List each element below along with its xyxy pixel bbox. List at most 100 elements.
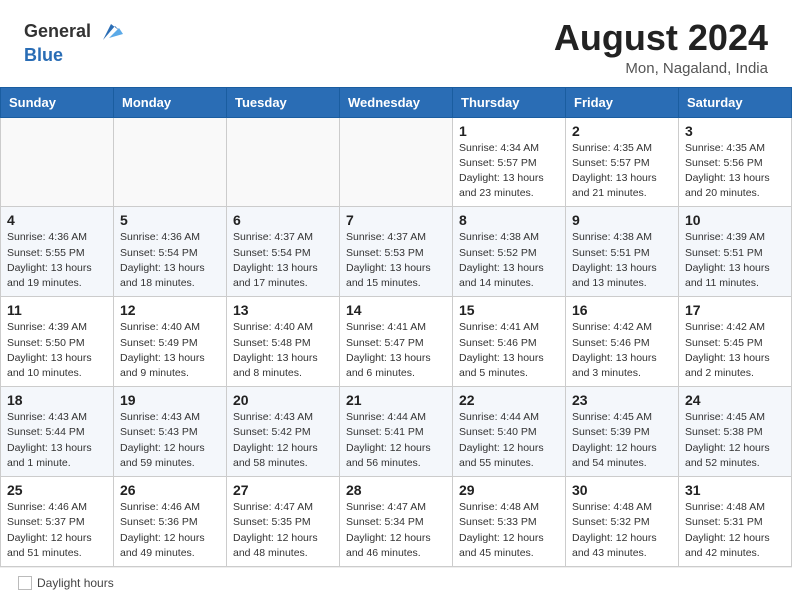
day-number: 18 [7, 392, 107, 408]
calendar-cell: 7 Sunrise: 4:37 AM Sunset: 5:53 PM Daylig… [340, 207, 453, 297]
day-info: Sunrise: 4:46 AM Sunset: 5:36 PM Dayligh… [120, 500, 220, 561]
calendar-cell: 1 Sunrise: 4:34 AM Sunset: 5:57 PM Daylig… [453, 117, 566, 207]
day-number: 6 [233, 212, 333, 228]
weekday-header-monday: Monday [114, 87, 227, 117]
calendar-cell: 19Sunrise: 4:43 AM Sunset: 5:43 PM Dayli… [114, 387, 227, 477]
day-info: Sunrise: 4:35 AM Sunset: 5:56 PM Dayligh… [685, 141, 785, 202]
day-number: 13 [233, 302, 333, 318]
daylight-legend: Daylight hours [18, 576, 114, 590]
day-info: Sunrise: 4:48 AM Sunset: 5:31 PM Dayligh… [685, 500, 785, 561]
day-number: 7 [346, 212, 446, 228]
calendar-cell: 13 Sunrise: 4:40 AM Sunset: 5:48 PM Dayli… [227, 297, 340, 387]
calendar-cell: 30Sunrise: 4:48 AM Sunset: 5:32 PM Dayli… [566, 477, 679, 567]
calendar-cell: 4 Sunrise: 4:36 AM Sunset: 5:55 PM Daylig… [1, 207, 114, 297]
day-info: Sunrise: 4:35 AM Sunset: 5:57 PM Dayligh… [572, 141, 672, 202]
day-info: Sunrise: 4:42 AM Sunset: 5:46 PM Dayligh… [572, 320, 672, 381]
calendar-cell: 11 Sunrise: 4:39 AM Sunset: 5:50 PM Dayli… [1, 297, 114, 387]
weekday-header-saturday: Saturday [679, 87, 792, 117]
calendar-cell: 18 Sunrise: 4:43 AM Sunset: 5:44 PM Dayli… [1, 387, 114, 477]
day-info: Sunrise: 4:43 AM Sunset: 5:43 PM Dayligh… [120, 410, 220, 471]
calendar-cell: 23Sunrise: 4:45 AM Sunset: 5:39 PM Dayli… [566, 387, 679, 477]
calendar-cell: 25Sunrise: 4:46 AM Sunset: 5:37 PM Dayli… [1, 477, 114, 567]
day-info: Sunrise: 4:36 AM Sunset: 5:55 PM Dayligh… [7, 230, 107, 291]
calendar-cell [114, 117, 227, 207]
day-info: Sunrise: 4:43 AM Sunset: 5:44 PM Dayligh… [7, 410, 107, 471]
day-info: Sunrise: 4:44 AM Sunset: 5:41 PM Dayligh… [346, 410, 446, 471]
day-info: Sunrise: 4:38 AM Sunset: 5:52 PM Dayligh… [459, 230, 559, 291]
day-number: 20 [233, 392, 333, 408]
day-number: 16 [572, 302, 672, 318]
day-number: 3 [685, 123, 785, 139]
calendar-cell: 20 Sunrise: 4:43 AM Sunset: 5:42 PM Dayli… [227, 387, 340, 477]
day-number: 4 [7, 212, 107, 228]
day-number: 26 [120, 482, 220, 498]
day-info: Sunrise: 4:47 AM Sunset: 5:34 PM Dayligh… [346, 500, 446, 561]
calendar-cell: 17 Sunrise: 4:42 AM Sunset: 5:45 PM Dayli… [679, 297, 792, 387]
calendar-cell: 21Sunrise: 4:44 AM Sunset: 5:41 PM Dayli… [340, 387, 453, 477]
weekday-header-row: SundayMondayTuesdayWednesdayThursdayFrid… [1, 87, 792, 117]
day-info: Sunrise: 4:44 AM Sunset: 5:40 PM Dayligh… [459, 410, 559, 471]
day-number: 27 [233, 482, 333, 498]
day-info: Sunrise: 4:41 AM Sunset: 5:46 PM Dayligh… [459, 320, 559, 381]
day-number: 29 [459, 482, 559, 498]
day-info: Sunrise: 4:43 AM Sunset: 5:42 PM Dayligh… [233, 410, 333, 471]
day-info: Sunrise: 4:34 AM Sunset: 5:57 PM Dayligh… [459, 141, 559, 202]
location-subtitle: Mon, Nagaland, India [554, 60, 768, 77]
day-info: Sunrise: 4:48 AM Sunset: 5:33 PM Dayligh… [459, 500, 559, 561]
calendar-cell: 3 Sunrise: 4:35 AM Sunset: 5:56 PM Daylig… [679, 117, 792, 207]
calendar-cell: 9Sunrise: 4:38 AM Sunset: 5:51 PM Daylig… [566, 207, 679, 297]
day-number: 30 [572, 482, 672, 498]
day-info: Sunrise: 4:39 AM Sunset: 5:50 PM Dayligh… [7, 320, 107, 381]
day-number: 14 [346, 302, 446, 318]
calendar-week-row: 4 Sunrise: 4:36 AM Sunset: 5:55 PM Daylig… [1, 207, 792, 297]
calendar-week-row: 1 Sunrise: 4:34 AM Sunset: 5:57 PM Daylig… [1, 117, 792, 207]
day-number: 11 [7, 302, 107, 318]
day-number: 10 [685, 212, 785, 228]
day-info: Sunrise: 4:40 AM Sunset: 5:48 PM Dayligh… [233, 320, 333, 381]
day-number: 1 [459, 123, 559, 139]
logo: General Blue [24, 18, 123, 66]
day-info: Sunrise: 4:40 AM Sunset: 5:49 PM Dayligh… [120, 320, 220, 381]
day-number: 8 [459, 212, 559, 228]
day-info: Sunrise: 4:37 AM Sunset: 5:54 PM Dayligh… [233, 230, 333, 291]
day-number: 5 [120, 212, 220, 228]
calendar-table: SundayMondayTuesdayWednesdayThursdayFrid… [0, 87, 792, 567]
month-title: August 2024 [554, 18, 768, 58]
calendar-cell: 14Sunrise: 4:41 AM Sunset: 5:47 PM Dayli… [340, 297, 453, 387]
day-info: Sunrise: 4:45 AM Sunset: 5:39 PM Dayligh… [572, 410, 672, 471]
calendar-cell: 24 Sunrise: 4:45 AM Sunset: 5:38 PM Dayli… [679, 387, 792, 477]
title-area: August 2024 Mon, Nagaland, India [554, 18, 768, 77]
logo-text-blue: Blue [24, 46, 63, 66]
weekday-header-friday: Friday [566, 87, 679, 117]
day-number: 24 [685, 392, 785, 408]
day-info: Sunrise: 4:46 AM Sunset: 5:37 PM Dayligh… [7, 500, 107, 561]
calendar-cell: 29 Sunrise: 4:48 AM Sunset: 5:33 PM Dayli… [453, 477, 566, 567]
calendar-week-row: 11 Sunrise: 4:39 AM Sunset: 5:50 PM Dayli… [1, 297, 792, 387]
calendar-cell: 26 Sunrise: 4:46 AM Sunset: 5:36 PM Dayli… [114, 477, 227, 567]
weekday-header-wednesday: Wednesday [340, 87, 453, 117]
calendar-week-row: 25Sunrise: 4:46 AM Sunset: 5:37 PM Dayli… [1, 477, 792, 567]
weekday-header-thursday: Thursday [453, 87, 566, 117]
calendar-cell: 28Sunrise: 4:47 AM Sunset: 5:34 PM Dayli… [340, 477, 453, 567]
page-header: General Blue August 2024 Mon, Nagaland, … [0, 0, 792, 87]
daylight-swatch [18, 576, 32, 590]
day-number: 17 [685, 302, 785, 318]
day-number: 15 [459, 302, 559, 318]
calendar-cell: 15 Sunrise: 4:41 AM Sunset: 5:46 PM Dayli… [453, 297, 566, 387]
day-info: Sunrise: 4:37 AM Sunset: 5:53 PM Dayligh… [346, 230, 446, 291]
logo-text-general: General [24, 22, 91, 42]
calendar-cell: 27 Sunrise: 4:47 AM Sunset: 5:35 PM Dayli… [227, 477, 340, 567]
day-info: Sunrise: 4:45 AM Sunset: 5:38 PM Dayligh… [685, 410, 785, 471]
day-number: 22 [459, 392, 559, 408]
day-info: Sunrise: 4:47 AM Sunset: 5:35 PM Dayligh… [233, 500, 333, 561]
day-info: Sunrise: 4:39 AM Sunset: 5:51 PM Dayligh… [685, 230, 785, 291]
day-info: Sunrise: 4:42 AM Sunset: 5:45 PM Dayligh… [685, 320, 785, 381]
weekday-header-tuesday: Tuesday [227, 87, 340, 117]
weekday-header-sunday: Sunday [1, 87, 114, 117]
day-info: Sunrise: 4:38 AM Sunset: 5:51 PM Dayligh… [572, 230, 672, 291]
calendar-cell [227, 117, 340, 207]
calendar-cell: 31Sunrise: 4:48 AM Sunset: 5:31 PM Dayli… [679, 477, 792, 567]
calendar-cell: 16 Sunrise: 4:42 AM Sunset: 5:46 PM Dayli… [566, 297, 679, 387]
calendar-cell [1, 117, 114, 207]
calendar-cell: 22 Sunrise: 4:44 AM Sunset: 5:40 PM Dayli… [453, 387, 566, 477]
